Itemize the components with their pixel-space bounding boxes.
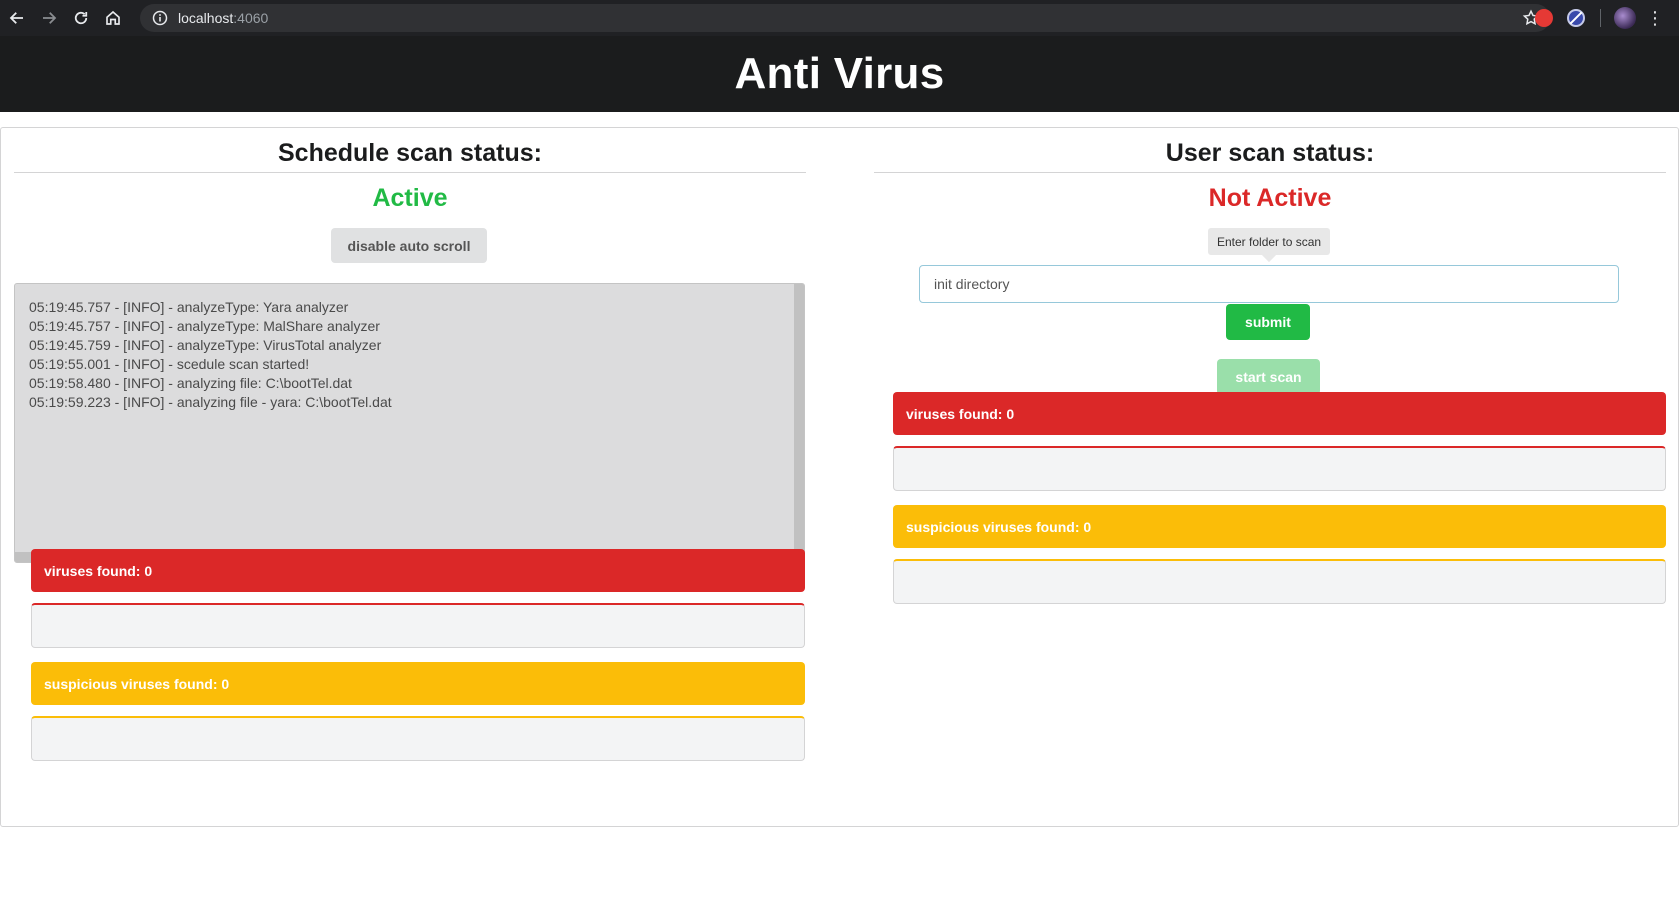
schedule-suspicious-found-bar: suspicious viruses found: 0 [31,662,805,705]
user-suspicious-list [893,559,1666,604]
schedule-suspicious-found-label: suspicious viruses found: 0 [44,675,230,692]
log-line: 05:19:59.223 - [INFO] - analyzing file -… [29,394,392,410]
url-host: localhost [178,10,234,26]
adblock-extension-icon[interactable] [1532,6,1556,30]
log-line: 05:19:45.757 - [INFO] - analyzeType: Mal… [29,318,380,334]
user-scan-heading: User scan status: [874,128,1666,173]
address-bar[interactable]: localhost:4060 [140,4,1550,32]
user-status: Not Active [1208,184,1332,212]
log-vertical-scrollbar[interactable] [794,284,804,554]
toolbar-divider [1600,9,1601,27]
directory-input[interactable] [919,265,1619,303]
main-container: Schedule scan status: Active disable aut… [0,127,1679,827]
url-port: :4060 [233,10,269,26]
log-line: 05:19:45.757 - [INFO] - analyzeType: Yar… [29,299,349,315]
schedule-viruses-list [31,603,805,648]
schedule-viruses-found-label: viruses found: 0 [44,562,153,579]
browser-toolbar: localhost:4060 ⋮ [0,0,1679,36]
schedule-status: Active [372,184,448,212]
disable-auto-scroll-button[interactable]: disable auto scroll [331,228,487,263]
info-icon[interactable] [152,10,168,26]
user-scan-column: User scan status: Not Active Enter folde… [874,128,1666,604]
schedule-viruses-found-bar: viruses found: 0 [31,549,805,592]
submit-button[interactable]: submit [1226,304,1310,340]
schedule-scan-heading: Schedule scan status: [14,128,806,173]
menu-dots-icon[interactable]: ⋮ [1645,8,1665,28]
blocker-extension-icon[interactable] [1564,6,1588,30]
forward-icon[interactable] [34,3,64,33]
log-line: 05:19:55.001 - [INFO] - scedule scan sta… [29,356,310,372]
schedule-scan-column: Schedule scan status: Active disable aut… [14,128,806,761]
user-viruses-found-label: viruses found: 0 [906,405,1015,422]
home-icon[interactable] [98,3,128,33]
user-viruses-list [893,446,1666,491]
user-suspicious-found-label: suspicious viruses found: 0 [906,518,1092,535]
profile-avatar[interactable] [1613,6,1637,30]
user-suspicious-found-bar: suspicious viruses found: 0 [893,505,1666,548]
schedule-suspicious-list [31,716,805,761]
extensions-area: ⋮ [1532,6,1665,30]
app-header: Anti Virus [0,36,1679,112]
reload-icon[interactable] [66,3,96,33]
folder-tooltip: Enter folder to scan [1208,228,1331,255]
user-viruses-found-bar: viruses found: 0 [893,392,1666,435]
url-text: localhost:4060 [178,10,268,26]
app-title: Anti Virus [734,49,945,98]
log-line: 05:19:58.480 - [INFO] - analyzing file: … [29,375,352,391]
log-line: 05:19:45.759 - [INFO] - analyzeType: Vir… [29,337,382,353]
back-icon[interactable] [2,3,32,33]
scan-log[interactable]: 05:19:45.757 - [INFO] - analyzeType: Yar… [14,283,805,563]
start-scan-button[interactable]: start scan [1217,359,1320,395]
